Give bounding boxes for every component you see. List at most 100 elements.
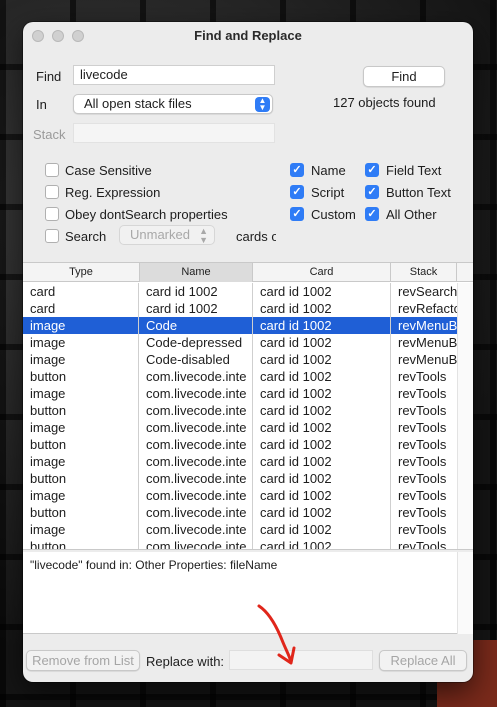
table-header: Type Name Card Stack [23, 263, 473, 282]
table-cell: card id 1002 [260, 352, 332, 367]
in-scope-select[interactable]: All open stack files ▲ ▼ [73, 94, 273, 114]
table-cell: revMenuB [398, 318, 457, 333]
reg-expression-checkbox[interactable] [45, 185, 59, 199]
results-scrollbar[interactable] [457, 552, 473, 634]
column-header-type[interactable]: Type [23, 263, 140, 282]
table-cell: revTools [398, 437, 447, 452]
obey-dontsearch-checkbox[interactable] [45, 207, 59, 221]
table-scrollbar[interactable] [457, 283, 473, 549]
all-other-checkbox[interactable]: ✓ [365, 207, 379, 221]
table-cell: revMenuB [398, 352, 457, 367]
table-row[interactable]: button com.livecode.inte card id 1002 revTo… [23, 402, 457, 419]
replace-with-input[interactable] [229, 650, 373, 670]
column-header-card[interactable]: Card [253, 263, 391, 282]
column-header-stack[interactable]: Stack [391, 263, 457, 282]
table-row[interactable]: image Code-depressed card id 1002 revMenuB [23, 334, 457, 351]
table-row[interactable]: button com.livecode.inte card id 1002 revTo… [23, 470, 457, 487]
chevron-updown-icon: ▲ ▼ [199, 226, 208, 245]
table-cell: com.livecode.inte [146, 454, 247, 469]
name-scope-label: Name [311, 163, 346, 178]
case-sensitive-label: Case Sensitive [65, 163, 152, 178]
table-cell: image [30, 335, 66, 350]
name-checkbox[interactable]: ✓ [290, 163, 304, 177]
table-row[interactable]: image com.livecode.inte card id 1002 revToo… [23, 385, 457, 402]
table-row[interactable]: image Code-disabled card id 1002 revMenuB [23, 351, 457, 368]
table-cell: com.livecode.inte [146, 386, 247, 401]
replace-all-button[interactable]: Replace All [379, 650, 467, 671]
table-row[interactable]: button com.livecode.inte card id 1002 revTo… [23, 504, 457, 521]
find-label: Find [36, 69, 62, 84]
table-cell: card id 1002 [260, 488, 332, 503]
button-text-checkbox[interactable]: ✓ [365, 185, 379, 199]
find-replace-window: Find and Replace Find livecode Find In A… [23, 22, 473, 682]
table-cell: button [30, 505, 67, 520]
search-marked-checkbox[interactable] [45, 229, 59, 243]
table-row[interactable]: image com.livecode.inte card id 1002 revToo… [23, 487, 457, 504]
table-cell: card id 1002 [146, 301, 218, 316]
table-cell: card [30, 301, 56, 316]
table-cell: com.livecode.inte [146, 488, 247, 503]
marked-select[interactable]: Unmarked ▲ ▼ [119, 225, 215, 245]
table-cell: image [30, 386, 66, 401]
table-row[interactable]: card card id 1002 card id 1002 revSearch [23, 283, 457, 300]
table-cell: image [30, 454, 66, 469]
field-text-scope-label: Field Text [386, 163, 442, 178]
table-cell: card id 1002 [260, 471, 332, 486]
table-cell: com.livecode.inte [146, 420, 247, 435]
table-cell: card id 1002 [260, 437, 332, 452]
case-sensitive-checkbox[interactable] [45, 163, 59, 177]
find-button[interactable]: Find [363, 66, 445, 87]
table-row[interactable]: image com.livecode.inte card id 1002 revToo… [23, 419, 457, 436]
table-cell: image [30, 318, 66, 333]
table-row[interactable]: button com.livecode.inte card id 1002 revTo… [23, 368, 457, 385]
results-table[interactable]: Type Name Card Stack card card id 1002 car… [23, 262, 473, 550]
button-text-scope-label: Button Text [386, 185, 451, 200]
table-cell: com.livecode.inte [146, 539, 247, 549]
table-cell: revTools [398, 369, 447, 384]
table-cell: card id 1002 [260, 335, 332, 350]
table-cell: revTools [398, 471, 447, 486]
table-cell: revMenuB [398, 335, 457, 350]
results-detail-text: "livecode" found in: Other Properties: f… [30, 558, 278, 572]
find-input[interactable]: livecode [73, 65, 275, 85]
script-scope-label: Script [311, 185, 345, 200]
table-row[interactable]: image Code card id 1002 revMenuB [23, 317, 457, 334]
table-cell: card id 1002 [260, 454, 332, 469]
table-cell: Code [146, 318, 178, 333]
stack-label: Stack [33, 127, 66, 142]
table-cell: image [30, 522, 66, 537]
reg-expression-label: Reg. Expression [65, 185, 161, 200]
remove-from-list-button[interactable]: Remove from List [26, 650, 140, 671]
script-checkbox[interactable]: ✓ [290, 185, 304, 199]
table-cell: com.livecode.inte [146, 369, 247, 384]
table-row[interactable]: image com.livecode.inte card id 1002 revToo… [23, 453, 457, 470]
table-cell: com.livecode.inte [146, 403, 247, 418]
table-cell: card id 1002 [260, 386, 332, 401]
table-row[interactable]: button com.livecode.inte card id 1002 revTo… [23, 538, 457, 549]
table-cell: revTools [398, 539, 447, 549]
table-row[interactable]: button com.livecode.inte card id 1002 revTo… [23, 436, 457, 453]
table-cell: com.livecode.inte [146, 471, 247, 486]
stack-input[interactable] [73, 123, 275, 143]
table-cell: revTools [398, 386, 447, 401]
table-cell: button [30, 403, 67, 418]
table-body[interactable]: card card id 1002 card id 1002 revSearch car… [23, 283, 457, 549]
in-scope-value: All open stack files [84, 96, 192, 111]
field-text-checkbox[interactable]: ✓ [365, 163, 379, 177]
table-cell: com.livecode.inte [146, 437, 247, 452]
table-cell: Code-depressed [146, 335, 243, 350]
table-row[interactable]: card card id 1002 card id 1002 revRefacto [23, 300, 457, 317]
column-divider [252, 283, 253, 549]
table-row[interactable]: image com.livecode.inte card id 1002 revToo… [23, 521, 457, 538]
table-cell: revSearch [398, 284, 457, 299]
table-cell: Code-disabled [146, 352, 230, 367]
column-divider [390, 283, 391, 549]
custom-scope-label: Custom [311, 207, 356, 222]
table-cell: card id 1002 [260, 369, 332, 384]
table-cell: revTools [398, 488, 447, 503]
column-header-name[interactable]: Name [140, 263, 253, 282]
table-cell: image [30, 488, 66, 503]
window-title: Find and Replace [194, 28, 302, 43]
custom-checkbox[interactable]: ✓ [290, 207, 304, 221]
table-cell: button [30, 369, 67, 384]
